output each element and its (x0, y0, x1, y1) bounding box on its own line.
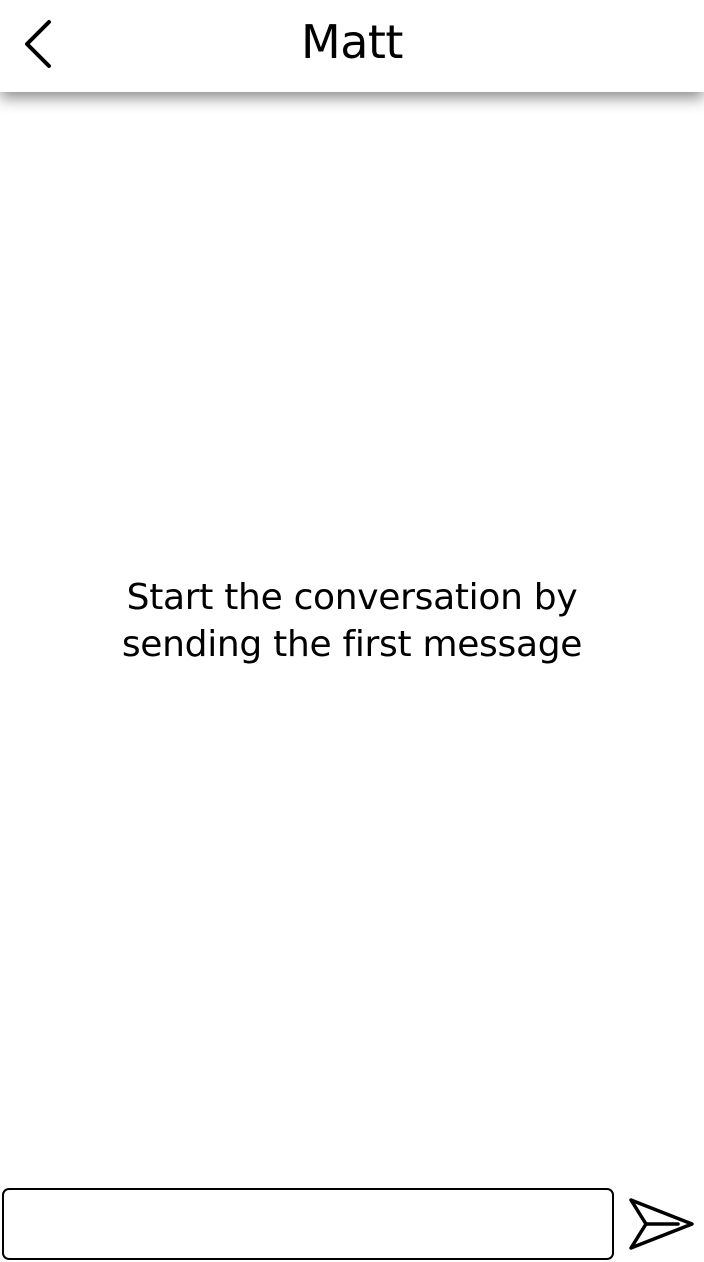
page-title: Matt (301, 15, 403, 69)
empty-message-line-2: sending the first message (121, 624, 583, 665)
send-icon (629, 1198, 694, 1250)
send-button[interactable] (624, 1192, 698, 1256)
empty-message-line-1: Start the conversation by (126, 577, 578, 618)
chat-screen: Matt Start the conversation by sending t… (0, 0, 704, 1262)
chat-header: Matt (0, 0, 704, 92)
empty-conversation-message: Start the conversation by sending the fi… (0, 574, 704, 668)
message-input[interactable] (2, 1188, 614, 1260)
